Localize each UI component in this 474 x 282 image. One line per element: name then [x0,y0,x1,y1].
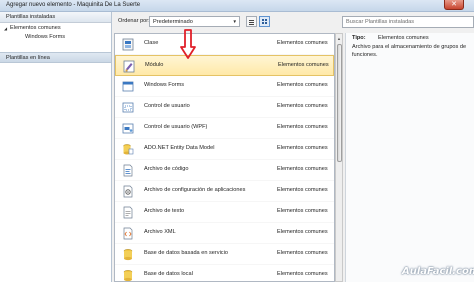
template-name: Base de datos basada en servicio [144,250,228,256]
left-panel: Plantillas instaladas ◢ Elementos comune… [0,12,112,282]
template-category: Elementos comunes [277,145,328,151]
template-row-xml-file[interactable]: Archivo XML Elementos comunes [115,223,334,244]
template-name: Archivo XML [144,229,176,235]
template-name: Base de datos local [144,271,193,277]
template-description: Archivo para el almacenamiento de grupos… [352,44,467,58]
user-control-icon [122,102,134,113]
windows-form-icon [122,81,134,92]
template-row-code-file[interactable]: Archivo de código Elementos comunes [115,160,334,181]
template-category: Elementos comunes [277,271,328,277]
sort-value: Predeterminado [153,19,193,25]
list-view-button[interactable] [246,16,257,27]
template-category: Elementos comunes [277,40,328,46]
tree-item-windows-forms[interactable]: Windows Forms [0,33,111,43]
template-category: Elementos comunes [278,62,329,68]
template-row-entity-data-model[interactable]: ADO.NET Entity Data Model Elementos comu… [115,139,334,160]
details-panel: Tipo: Elementos comunes Archivo para el … [345,33,474,282]
module-icon [123,60,135,73]
search-input[interactable]: Buscar Plantillas instaladas [342,16,474,28]
template-name: Clase [144,40,159,46]
template-name: Archivo de configuración de aplicaciones [144,187,246,193]
expand-triangle-icon[interactable]: ◢ [4,26,7,31]
red-arrow-annotation-icon [180,29,196,59]
template-name: Archivo de código [144,166,189,172]
template-row-windows-forms[interactable]: Windows Forms Elementos comunes [115,76,334,97]
entity-model-icon [123,144,134,155]
template-row-config-file[interactable]: Archivo de configuración de aplicaciones… [115,181,334,202]
template-name: Módulo [145,62,164,68]
tree-item-label: Elementos comunes [10,25,61,31]
tree-item-common-items[interactable]: ◢ Elementos comunes [0,23,111,33]
template-category: Elementos comunes [277,187,328,193]
chevron-down-icon: ▼ [232,19,237,24]
template-category: Elementos comunes [277,166,328,172]
template-category: Elementos comunes [277,250,328,256]
service-database-icon [123,249,133,261]
template-list: Clase Elementos comunes Módulo Elementos… [114,33,335,282]
template-category: Elementos comunes [277,208,328,214]
config-file-icon [123,185,133,198]
installed-templates-header[interactable]: Plantillas instaladas [0,12,111,23]
online-templates-item[interactable]: Plantillas en línea [0,52,111,63]
class-icon [122,38,134,51]
template-row-wpf-user-control[interactable]: Control de usuario (WPF) Elementos comun… [115,118,334,139]
template-list-scrollbar[interactable]: ▲ [335,33,343,282]
text-file-icon [123,206,133,219]
template-category: Elementos comunes [277,124,328,130]
template-row-user-control[interactable]: Control de usuario Elementos comunes [115,97,334,118]
template-row-text-file[interactable]: Archivo de texto Elementos comunes [115,202,334,223]
template-name: Control de usuario (WPF) [144,124,208,130]
wpf-user-control-icon [122,123,134,134]
template-name: Archivo de texto [144,208,185,214]
template-name: Control de usuario [144,103,190,109]
template-category: Elementos comunes [277,103,328,109]
scroll-thumb[interactable] [337,44,342,162]
close-button[interactable]: ✕ [444,0,464,10]
local-database-icon [123,270,133,281]
template-category: Elementos comunes [277,82,328,88]
template-name: ADO.NET Entity Data Model [144,145,215,151]
template-name: Windows Forms [144,82,185,88]
type-value: Elementos comunes [378,35,429,41]
window-title: Agregar nuevo elemento - Maquinita De La… [6,2,141,8]
template-row-local-database[interactable]: Base de datos local Elementos comunes [115,265,334,281]
grid-view-button[interactable] [259,16,270,27]
template-row-modulo[interactable]: Módulo Elementos comunes [115,55,334,76]
template-row-service-database[interactable]: Base de datos basada en servicio Element… [115,244,334,265]
scroll-up-arrow-icon[interactable]: ▲ [337,36,341,41]
xml-file-icon [123,227,133,240]
code-file-icon [123,164,133,177]
template-category: Elementos comunes [277,229,328,235]
watermark-logo: AulaFacil.com [402,266,474,277]
toolbar: Ordenar por: Predeterminado ▼ Buscar Pla… [112,12,474,33]
title-bar: Agregar nuevo elemento - Maquinita De La… [0,0,474,12]
type-label: Tipo: [352,35,366,41]
sort-dropdown[interactable]: Predeterminado ▼ [149,16,240,27]
sort-label: Ordenar por: [118,18,150,24]
template-row-clase[interactable]: Clase Elementos comunes [115,34,334,55]
